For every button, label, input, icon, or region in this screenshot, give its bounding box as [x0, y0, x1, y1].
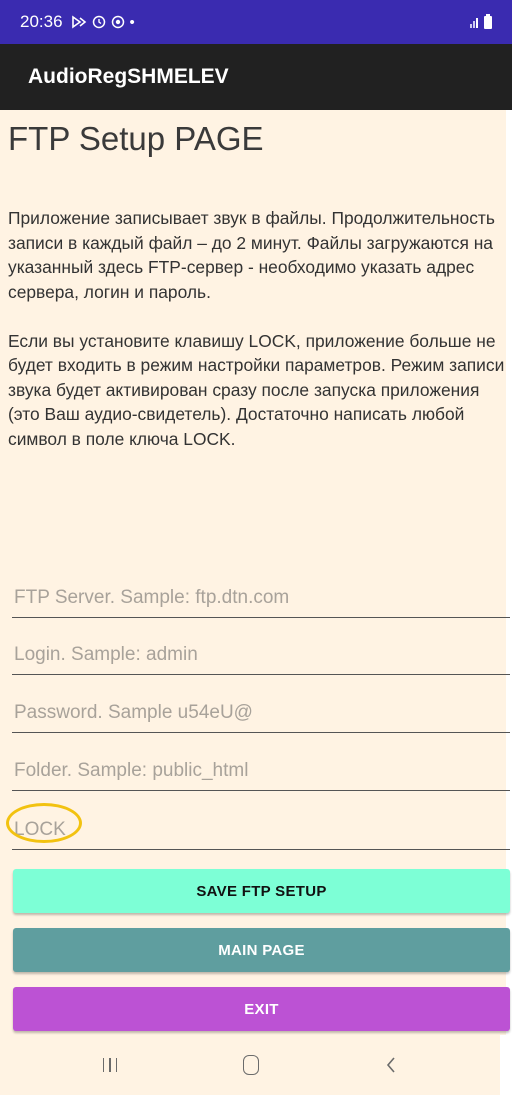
folder-input[interactable]: [12, 753, 512, 789]
dot-icon: •: [129, 13, 135, 31]
lock-input[interactable]: [12, 812, 512, 848]
password-input[interactable]: [12, 695, 512, 731]
exit-button[interactable]: EXIT: [13, 987, 510, 1031]
main-page-label: MAIN PAGE: [218, 941, 305, 959]
sync-icon: [92, 15, 105, 29]
recent-apps-icon[interactable]: [102, 1058, 118, 1072]
ftp-server-input[interactable]: [12, 580, 512, 616]
play-outline-icon: [71, 15, 86, 29]
record-icon: [111, 15, 124, 29]
save-ftp-setup-label: SAVE FTP SETUP: [196, 882, 327, 900]
lock-field[interactable]: [6, 803, 512, 850]
status-bar: 20:36 •: [0, 0, 512, 44]
main-page-button[interactable]: MAIN PAGE: [13, 928, 510, 972]
app-bar: AudioRegSHMELEV: [0, 44, 512, 110]
home-icon[interactable]: [243, 1055, 260, 1075]
folder-field[interactable]: [12, 753, 512, 791]
back-icon[interactable]: [385, 1056, 397, 1074]
ftp-server-field[interactable]: [12, 580, 512, 618]
page-description: Приложение записывает звук в файлы. Прод…: [8, 208, 505, 449]
status-right: [470, 13, 492, 29]
login-field[interactable]: [12, 637, 512, 675]
notification-icons: •: [71, 14, 135, 31]
navigation-bar: [0, 1035, 506, 1095]
page-title: FTP Setup PAGE: [8, 120, 264, 157]
signal-icon: [470, 16, 478, 28]
exit-label: EXIT: [244, 1000, 279, 1018]
ftp-setup-content: FTP Setup PAGE Приложение записывает зву…: [0, 110, 512, 1035]
status-time: 20:36: [20, 12, 63, 31]
app-title: AudioRegSHMELEV: [28, 65, 229, 88]
battery-icon: [484, 13, 492, 29]
screen: 20:36 • AudioRegSHMELEV FTP Setup PAGE П…: [0, 0, 512, 1095]
login-input[interactable]: [12, 637, 512, 673]
password-field[interactable]: [12, 695, 512, 733]
save-ftp-setup-button[interactable]: SAVE FTP SETUP: [13, 869, 510, 913]
